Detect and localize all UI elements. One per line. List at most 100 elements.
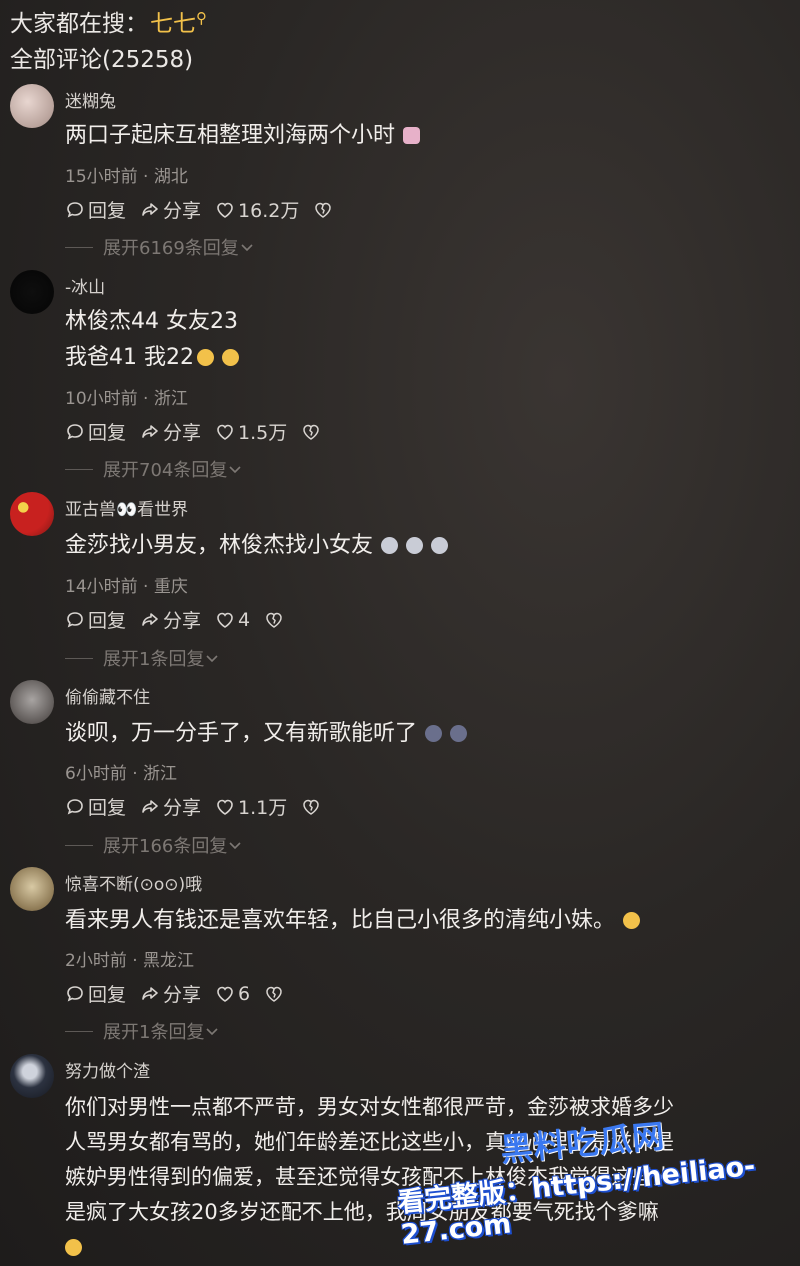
expand-replies[interactable]: 展开704条回复	[65, 456, 243, 482]
dislike-button[interactable]	[264, 984, 287, 1004]
comment-text: 金莎找小男友，林俊杰找小女友	[65, 527, 449, 565]
comment-text-line: 谈呗，万一分手了，又有新歌能听了	[65, 721, 418, 746]
reply-label: 回复	[88, 200, 127, 222]
expand-replies[interactable]: 展开1条回复	[65, 645, 220, 671]
cat-emoji	[431, 537, 449, 554]
avatar[interactable]	[10, 1054, 54, 1098]
share-button[interactable]: 分享	[140, 606, 201, 633]
comment-actions: 回复 分享 1.1万	[65, 793, 338, 820]
comment-username[interactable]: 偷偷藏不住	[65, 683, 150, 708]
like-button[interactable]: 6	[215, 983, 250, 1005]
comment-region: 黑龙江	[143, 951, 195, 971]
comment-meta: 10小时前 · 浙江	[65, 389, 188, 409]
like-count: 4	[238, 608, 251, 631]
like-count: 6	[238, 982, 251, 1005]
comment-text-line: 我爸41 我22	[65, 345, 194, 370]
reply-button[interactable]: 回复	[65, 196, 126, 223]
share-button[interactable]: 分享	[140, 980, 201, 1007]
reply-label: 回复	[88, 422, 127, 444]
like-count: 1.5万	[238, 422, 288, 444]
comment-text: 谈呗，万一分手了，又有新歌能听了	[65, 715, 468, 753]
reply-button[interactable]: 回复	[65, 793, 126, 820]
expand-replies[interactable]: 展开166条回复	[65, 832, 243, 858]
reply-button[interactable]: 回复	[65, 418, 126, 445]
share-button[interactable]: 分享	[140, 196, 201, 223]
expand-replies[interactable]: 展开6169条回复	[65, 234, 255, 260]
chevron-down-icon	[229, 466, 241, 474]
like-button[interactable]: 4	[215, 609, 250, 631]
trending-search-prefix: 大家都在搜：	[10, 11, 148, 37]
dislike-button[interactable]	[301, 422, 324, 442]
comment-region: 浙江	[143, 764, 178, 784]
chevron-down-icon	[229, 842, 241, 850]
comment-username[interactable]: 迷糊兔	[65, 87, 116, 112]
share-label: 分享	[163, 984, 202, 1006]
reply-label: 回复	[88, 797, 127, 819]
comment-meta: 15小时前 · 湖北	[65, 167, 188, 187]
broken-heart-icon	[266, 986, 282, 1002]
cat-emoji	[381, 537, 399, 554]
comment-text: 两口子起床互相整理刘海两个小时	[65, 117, 421, 155]
expand-replies-label: 展开6169条回复	[103, 238, 239, 259]
chevron-down-icon	[206, 655, 219, 663]
expand-replies-label: 展开1条回复	[103, 1022, 205, 1043]
broken-heart-icon	[266, 612, 282, 628]
trending-search[interactable]: 大家都在搜：七七⚲	[10, 4, 207, 38]
avatar[interactable]	[10, 492, 54, 536]
comment-username[interactable]: 努力做个渣	[65, 1057, 150, 1082]
comment-text-line: 林俊杰44 女友23	[65, 309, 238, 334]
comment-username[interactable]: 惊喜不断(⊙o⊙)哦	[65, 870, 202, 895]
share-label: 分享	[163, 797, 202, 819]
dislike-button[interactable]	[264, 610, 287, 630]
avatar[interactable]	[10, 270, 54, 314]
reply-icon	[67, 423, 83, 440]
avatar[interactable]	[10, 680, 54, 724]
heart-icon	[217, 202, 233, 218]
trending-search-keyword[interactable]: 七七	[150, 11, 196, 37]
reply-button[interactable]: 回复	[65, 980, 126, 1007]
cat-emoji	[406, 537, 424, 554]
comment-time: 15小时前	[65, 167, 138, 187]
reply-label: 回复	[88, 610, 127, 632]
share-label: 分享	[163, 422, 202, 444]
comment-text-line: 看来男人有钱还是喜欢年轻，比自己小很多的清纯小妹。	[65, 908, 616, 933]
laugh-cry-emoji	[623, 912, 641, 929]
like-button[interactable]: 16.2万	[215, 196, 299, 223]
like-button[interactable]: 1.1万	[215, 793, 287, 820]
comment-meta: 14小时前 · 重庆	[65, 577, 188, 597]
comment-text-line: 金莎找小男友，林俊杰找小女友	[65, 533, 374, 558]
comment-region: 浙江	[153, 389, 188, 409]
share-label: 分享	[163, 200, 202, 222]
expand-replies[interactable]: 展开1条回复	[65, 1018, 220, 1044]
comment-actions: 回复 分享 1.5万	[65, 418, 338, 445]
comment-time: 6小时前	[65, 764, 127, 784]
share-icon	[142, 612, 158, 626]
chevron-down-icon	[241, 244, 253, 252]
share-icon	[142, 424, 158, 438]
comment-actions: 回复 分享 16.2万	[65, 196, 350, 223]
comment-username[interactable]: 亚古兽👀看世界	[65, 495, 188, 520]
comment-page: 大家都在搜：七七⚲ 全部评论(25258) 迷糊兔 两口子起床互相整理刘海两个小…	[0, 0, 800, 1266]
reply-icon	[67, 201, 83, 218]
comment-time: 14小时前	[65, 577, 138, 597]
comment-username[interactable]: -冰山	[65, 273, 105, 298]
share-icon	[142, 986, 158, 1000]
like-count: 1.1万	[238, 797, 288, 819]
comment-text	[57, 1229, 82, 1266]
search-icon: ⚲	[196, 9, 207, 27]
reply-icon	[67, 611, 83, 628]
avatar[interactable]	[10, 84, 54, 128]
comment-time: 10小时前	[65, 389, 138, 409]
share-button[interactable]: 分享	[140, 793, 201, 820]
reply-button[interactable]: 回复	[65, 606, 126, 633]
heart-icon	[217, 799, 233, 815]
expand-replies-label: 展开704条回复	[103, 460, 228, 481]
comment-region: 重庆	[153, 577, 188, 597]
dislike-button[interactable]	[301, 797, 324, 817]
avatar[interactable]	[10, 867, 54, 911]
heart-icon	[217, 986, 233, 1002]
heart-icon	[217, 424, 233, 440]
like-button[interactable]: 1.5万	[215, 418, 287, 445]
share-button[interactable]: 分享	[140, 418, 201, 445]
dislike-button[interactable]	[313, 200, 336, 220]
